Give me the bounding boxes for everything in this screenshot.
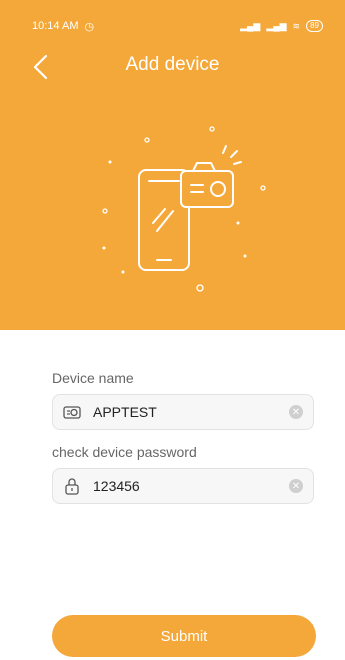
password-value[interactable]: 123456 (93, 478, 289, 494)
submit-button[interactable]: Submit (52, 615, 316, 657)
wifi-icon: ≋ (292, 20, 301, 31)
signal-icon: ▂▄▆ (266, 20, 287, 31)
clear-icon[interactable]: ✕ (289, 479, 303, 493)
signal-icon: ▂▄▆ (240, 20, 261, 31)
add-device-form: Device name APPTEST ✕ check device passw… (52, 370, 314, 504)
title-bar: Add device (0, 50, 345, 84)
phone-camera-illustration (102, 126, 266, 292)
status-bar: 10:14 AM ◷ ▂▄▆ ▂▄▆ ≋ 89 (32, 18, 323, 34)
battery-icon: 89 (306, 20, 323, 32)
device-name-value[interactable]: APPTEST (93, 404, 289, 420)
status-time: 10:14 AM (32, 20, 79, 32)
alarm-icon: ◷ (84, 20, 95, 33)
lock-icon (65, 478, 79, 495)
device-name-label: Device name (52, 370, 134, 386)
header-banner: 10:14 AM ◷ ▂▄▆ ▂▄▆ ≋ 89 Add device (0, 0, 345, 330)
device-name-field[interactable]: APPTEST ✕ (52, 394, 314, 430)
page-title: Add device (125, 54, 220, 75)
clear-icon[interactable]: ✕ (289, 405, 303, 419)
camera-icon (63, 406, 81, 419)
password-label: check device password (52, 444, 197, 460)
password-field[interactable]: 123456 ✕ (52, 468, 314, 504)
